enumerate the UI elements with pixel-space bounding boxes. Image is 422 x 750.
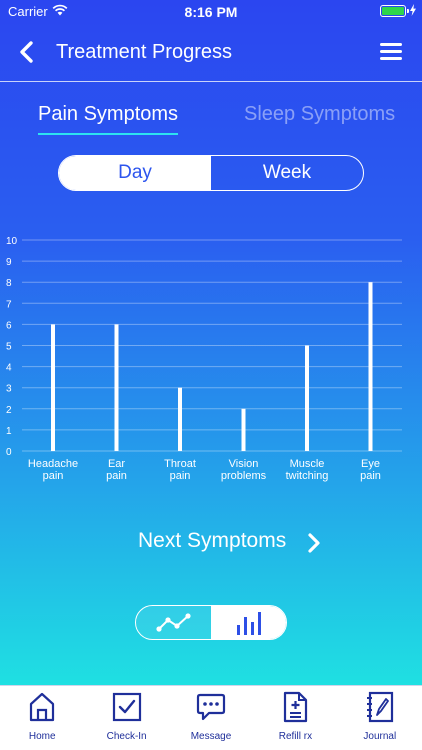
range-segmented-control: Day Week xyxy=(58,155,364,191)
line-chart-icon xyxy=(155,612,191,632)
home-icon xyxy=(30,692,55,722)
tab-bar-label-journal: Journal xyxy=(363,731,397,742)
y-tick-label: 2 xyxy=(6,405,12,416)
y-tick-label: 8 xyxy=(6,278,12,289)
chevron-right-icon[interactable] xyxy=(306,532,322,554)
chart-type-toggle xyxy=(135,605,287,640)
status-bar: Carrier 8:16 PM xyxy=(0,0,422,22)
charging-bolt-icon xyxy=(410,4,416,16)
y-tick-label: 3 xyxy=(6,384,12,395)
tab-pain-symptoms[interactable]: Pain Symptoms xyxy=(38,103,179,135)
app-screen: Carrier 8:16 PM Treatment Progress Pain … xyxy=(0,0,422,685)
x-tick-label: Throat pain xyxy=(164,458,196,482)
message-icon xyxy=(196,693,226,721)
refill-icon xyxy=(284,691,308,723)
tab-bar-item-check-in[interactable]: Check-In xyxy=(84,686,168,750)
bar xyxy=(305,345,309,451)
page-title: Treatment Progress xyxy=(56,41,232,63)
x-tick-label: Ear pain xyxy=(106,458,127,482)
bar-chart-button[interactable] xyxy=(211,606,286,639)
bar xyxy=(114,324,119,451)
y-tick-label: 6 xyxy=(6,320,12,331)
menu-icon[interactable] xyxy=(380,43,402,61)
back-chevron-icon[interactable] xyxy=(16,40,38,64)
x-tick-label: Headache pain xyxy=(28,458,78,482)
y-tick-label: 9 xyxy=(6,257,12,268)
tab-bar-item-refill[interactable]: Refill rx xyxy=(253,686,337,750)
x-tick-label: Eye pain xyxy=(360,458,381,482)
tab-bar-item-home[interactable]: Home xyxy=(0,686,84,750)
nav-bar: Treatment Progress xyxy=(0,22,422,82)
bottom-tab-bar: Home Check-In Message Refill rx Journal xyxy=(0,685,422,750)
battery-icon xyxy=(380,5,409,17)
y-tick-label: 7 xyxy=(6,299,12,310)
y-tick-label: 5 xyxy=(6,342,12,353)
journal-icon xyxy=(366,691,393,723)
tab-bar-label-message: Message xyxy=(190,731,232,742)
line-chart-button[interactable] xyxy=(136,606,211,639)
tab-bar-label-check-in: Check-In xyxy=(106,731,147,742)
check-in-icon xyxy=(112,692,141,722)
status-time: 8:16 PM xyxy=(184,4,238,20)
y-tick-label: 1 xyxy=(6,426,12,437)
tab-bar-item-message[interactable]: Message xyxy=(169,686,253,750)
tab-bar-item-journal[interactable]: Journal xyxy=(338,686,422,750)
week-button[interactable]: Week xyxy=(211,156,363,190)
bar xyxy=(368,282,373,451)
y-tick-label: 10 xyxy=(6,236,18,247)
y-tick-label: 4 xyxy=(6,363,12,374)
bar xyxy=(51,324,55,451)
tab-sleep-symptoms[interactable]: Sleep Symptoms xyxy=(244,103,395,126)
bar xyxy=(241,408,246,451)
bar-chart-icon xyxy=(236,611,261,635)
symptom-bar-chart: 0 1 2 3 4 5 6 7 8 9 10 Headache pain Ear pain Throat pai… xyxy=(0,225,422,490)
tab-bar-label-home: Home xyxy=(28,731,56,742)
chart-canvas: 0 1 2 3 4 5 6 7 8 9 10 Headache pain Ear pain Throat pai… xyxy=(6,236,402,482)
x-tick-label: Muscle twitching xyxy=(286,458,329,482)
day-button[interactable]: Day xyxy=(59,156,211,190)
next-symptoms-button[interactable]: Next Symptoms xyxy=(138,529,286,553)
x-tick-label: Vision problems xyxy=(221,458,267,482)
y-tick-label: 0 xyxy=(6,447,12,458)
bar xyxy=(178,387,182,451)
tab-bar-label-refill: Refill rx xyxy=(278,731,313,742)
